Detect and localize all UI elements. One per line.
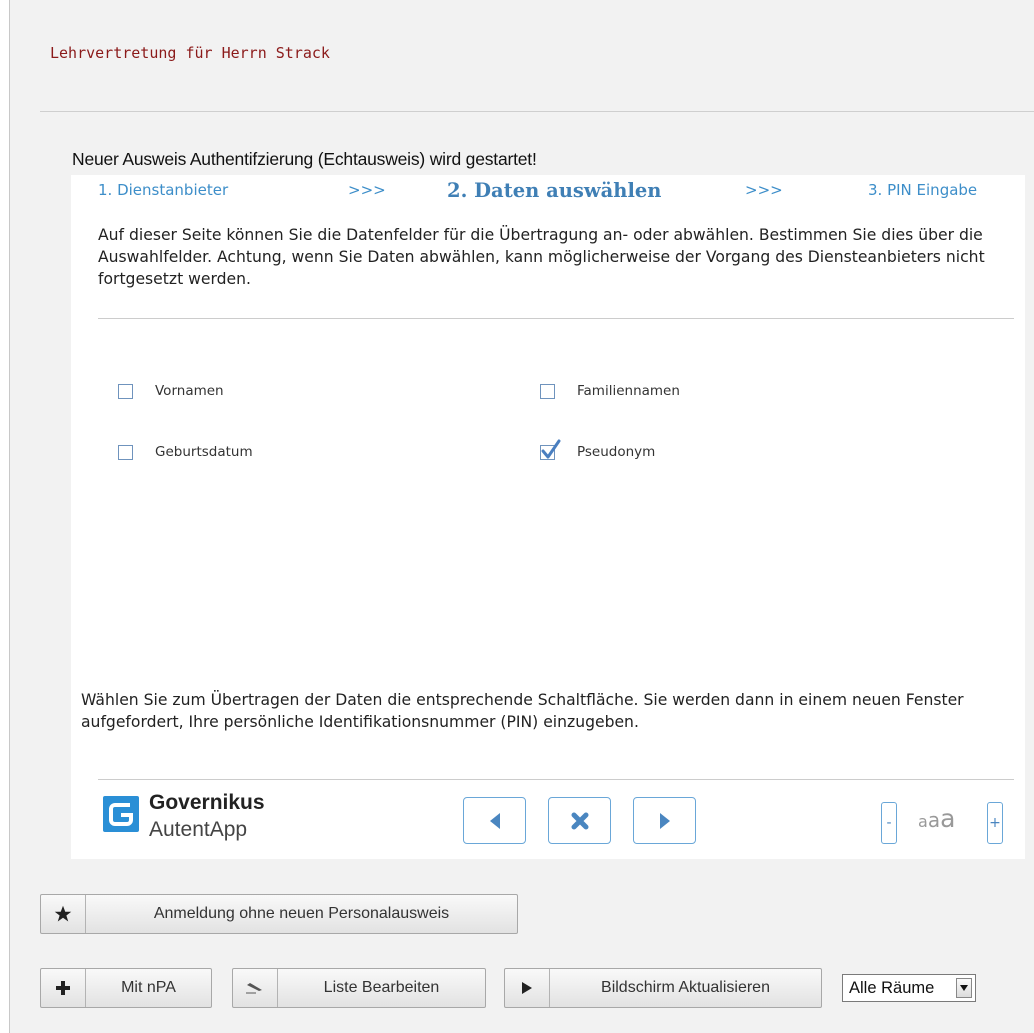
vornamen-checkbox[interactable] bbox=[118, 383, 133, 399]
star-icon bbox=[41, 895, 86, 933]
step-1-service-provider: 1. Dienstanbieter bbox=[98, 181, 229, 199]
field-vornamen[interactable]: Vornamen bbox=[118, 383, 224, 399]
geburtsdatum-label: Geburtsdatum bbox=[155, 444, 253, 460]
login-without-id-label: Anmeldung ohne neuen Personalausweis bbox=[153, 905, 450, 922]
step-separator: >>> bbox=[348, 181, 386, 199]
forward-icon bbox=[659, 812, 670, 829]
play-icon bbox=[505, 969, 550, 1007]
font-size-sample-large: a bbox=[940, 804, 956, 833]
with-npa-button[interactable]: Mit nPA bbox=[40, 968, 212, 1008]
product-name: AutentApp bbox=[149, 818, 248, 841]
with-npa-label: Mit nPA bbox=[121, 979, 176, 996]
plus-icon bbox=[41, 969, 86, 1007]
forward-button[interactable] bbox=[633, 797, 696, 844]
pseudonym-checkbox[interactable] bbox=[540, 439, 561, 460]
room-select[interactable]: Alle Räume bbox=[842, 974, 976, 1002]
governikus-logo: Governikus AutentApp bbox=[103, 791, 293, 849]
governikus-logo-icon bbox=[103, 796, 139, 832]
vornamen-label: Vornamen bbox=[155, 383, 224, 399]
intro-text: Auf dieser Seite können Sie die Datenfel… bbox=[98, 226, 985, 288]
back-icon bbox=[489, 812, 500, 829]
authentication-panel: 1. Dienstanbieter >>> 2. Daten auswählen… bbox=[71, 175, 1025, 859]
font-size-sample-medium: a bbox=[927, 808, 941, 832]
familiennamen-checkbox[interactable] bbox=[540, 383, 555, 399]
refresh-screen-button[interactable]: Bildschirm Aktualisieren bbox=[504, 968, 822, 1008]
chevron-down-icon[interactable] bbox=[956, 978, 972, 998]
back-button[interactable] bbox=[463, 797, 526, 844]
divider bbox=[98, 318, 1014, 319]
refresh-screen-label: Bildschirm Aktualisieren bbox=[601, 979, 770, 996]
increase-font-button[interactable]: + bbox=[987, 802, 1003, 844]
field-pseudonym[interactable]: Pseudonym bbox=[540, 439, 656, 460]
step-3-pin-entry: 3. PIN Eingabe bbox=[868, 181, 978, 199]
edit-list-button[interactable]: Liste Bearbeiten bbox=[232, 968, 486, 1008]
step-indicator: 1. Dienstanbieter >>> 2. Daten auswählen… bbox=[71, 179, 1025, 209]
room-select-value: Alle Räume bbox=[849, 978, 935, 997]
decrease-font-button[interactable]: - bbox=[881, 802, 897, 844]
cancel-button[interactable] bbox=[548, 797, 611, 844]
dialog-heading: Neuer Ausweis Authentifzierung (Echtausw… bbox=[72, 149, 537, 169]
divider bbox=[98, 779, 1014, 780]
pseudonym-label: Pseudonym bbox=[577, 444, 656, 460]
login-without-id-button[interactable]: Anmeldung ohne neuen Personalausweis bbox=[40, 894, 518, 934]
edit-icon bbox=[233, 969, 278, 1007]
font-size-indicator: aaa bbox=[918, 804, 955, 833]
step-2-select-data: 2. Daten auswählen bbox=[447, 179, 662, 202]
page-title: Lehrvertretung für Herrn Strack bbox=[50, 44, 330, 62]
step-separator: >>> bbox=[745, 181, 783, 199]
field-geburtsdatum[interactable]: Geburtsdatum bbox=[118, 444, 253, 460]
geburtsdatum-checkbox[interactable] bbox=[118, 444, 133, 460]
edit-list-label: Liste Bearbeiten bbox=[323, 979, 440, 996]
top-divider bbox=[40, 111, 1034, 112]
instruction-text: Wählen Sie zum Übertragen der Daten die … bbox=[81, 691, 964, 731]
familiennamen-label: Familiennamen bbox=[577, 383, 680, 399]
brand-name: Governikus bbox=[149, 791, 265, 814]
field-familiennamen[interactable]: Familiennamen bbox=[540, 383, 680, 399]
left-border bbox=[0, 0, 10, 1033]
cancel-icon bbox=[571, 812, 588, 829]
checkmark-icon bbox=[541, 439, 561, 458]
font-size-sample-small: a bbox=[918, 812, 928, 831]
